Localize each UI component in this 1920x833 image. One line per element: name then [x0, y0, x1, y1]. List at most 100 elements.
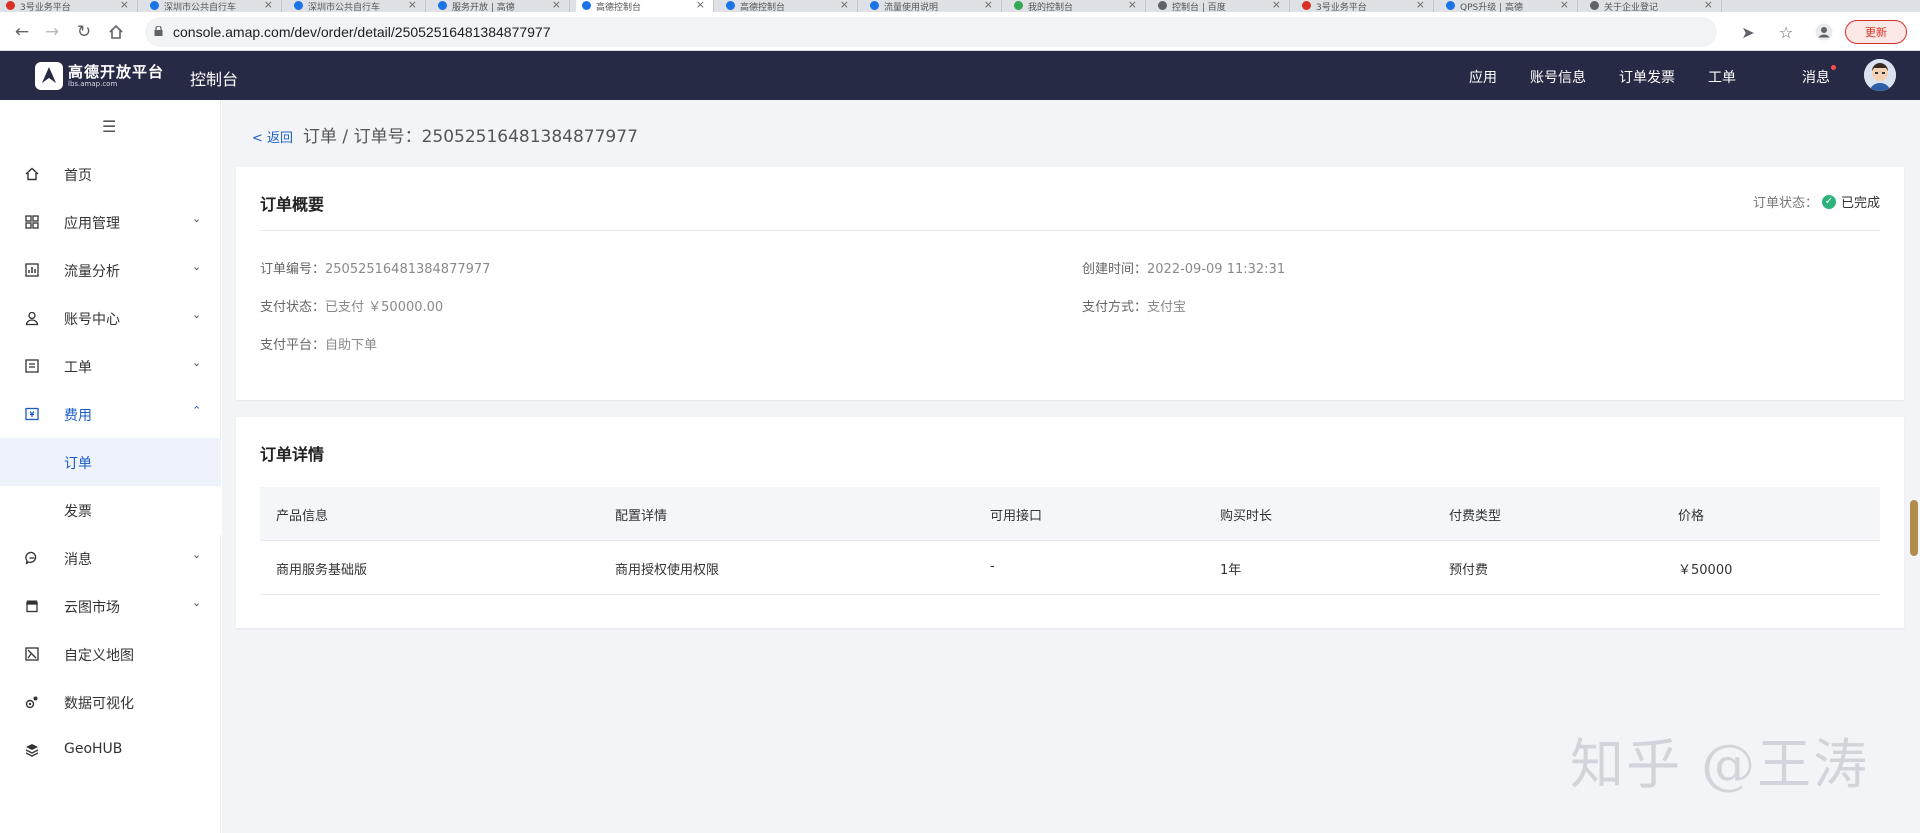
sidebar-item-label: 消息 [64, 552, 92, 568]
sidebar-item-custom-map[interactable]: 自定义地图 [0, 630, 221, 678]
field-value: 25052516481384877977 [325, 262, 491, 277]
update-button[interactable]: 更新 [1845, 20, 1907, 44]
sidebar-item-messages[interactable]: 消息 ⌄ [0, 534, 221, 582]
browser-tab[interactable]: 流量使用说明 × [864, 0, 1002, 12]
forward-arrow-icon[interactable]: → [40, 20, 64, 44]
sidebar-item-label: 账号中心 [64, 312, 120, 328]
tab-favicon-icon [1014, 1, 1023, 10]
browser-tab[interactable]: QPS升级 | 高德 × [1440, 0, 1578, 12]
tab-favicon-icon [150, 1, 159, 10]
browser-tab[interactable]: 关于企业登记 × [1584, 0, 1722, 12]
scrollbar-thumb[interactable] [1910, 500, 1918, 556]
browser-tab[interactable]: 我的控制台 × [1008, 0, 1146, 12]
back-link[interactable]: < 返回 [252, 127, 293, 146]
tab-label: 关于企业登记 [1604, 2, 1659, 13]
field-value: 自助下单 [325, 338, 378, 353]
tab-close-icon[interactable]: × [552, 0, 561, 11]
table-cell: 预付费 [1449, 563, 1489, 578]
chevron-down-icon: ⌄ [192, 308, 202, 321]
field-label: 订单编号： [260, 262, 326, 277]
tab-favicon-icon [1302, 1, 1311, 10]
table-cell: 1年 [1220, 563, 1242, 578]
check-circle-icon: ✓ [1821, 194, 1836, 209]
console-title[interactable]: 控制台 [190, 66, 238, 90]
table-header: 产品信息 配置详情 可用接口 购买时长 付费类型 价格 [260, 487, 1880, 541]
table-cell: - [990, 559, 995, 574]
send-icon[interactable]: ➤ [1736, 20, 1760, 44]
url-text: console.amap.com/dev/order/detail/250525… [173, 24, 551, 40]
tab-favicon-icon [1158, 1, 1167, 10]
sidebar-item-geohub[interactable]: GeoHUB [0, 726, 221, 774]
table-row: 商用服务基础版 商用授权使用权限 - 1年 预付费 ￥50000 [260, 541, 1880, 595]
tab-close-icon[interactable]: × [1560, 0, 1569, 11]
reload-icon[interactable]: ↻ [72, 20, 96, 44]
sidebar-item-tickets[interactable]: 工单 ⌄ [0, 342, 221, 390]
chart-icon [25, 263, 39, 277]
browser-tab[interactable]: 深圳市公共自行车 × [144, 0, 282, 12]
home-browser-icon[interactable] [104, 20, 128, 44]
details-title: 订单详情 [260, 445, 325, 464]
browser-tab[interactable]: 深圳市公共自行车 × [288, 0, 426, 12]
order-status: 订单状态： ✓ 已完成 [1753, 192, 1880, 211]
browser-tab-active[interactable]: 高德控制台 × [576, 0, 714, 12]
tab-close-icon[interactable]: × [1272, 0, 1281, 11]
field-value: 2022-09-09 11:32:31 [1147, 262, 1286, 277]
sidebar-item-app-management[interactable]: 应用管理 ⌄ [0, 198, 221, 246]
sidebar-item-label: 工单 [64, 360, 92, 376]
tab-label: QPS升级 | 高德 [1460, 2, 1523, 13]
avatar[interactable] [1864, 59, 1896, 91]
browser-tab[interactable]: 服务开放 | 高德 × [432, 0, 570, 12]
tab-close-icon[interactable]: × [984, 0, 993, 11]
nav-account-info[interactable]: 账号信息 [1530, 67, 1586, 87]
message-icon [25, 551, 37, 565]
sidebar-item-home[interactable]: 首页 [0, 150, 221, 198]
tab-close-icon[interactable]: × [1704, 0, 1713, 11]
tab-close-icon[interactable]: × [840, 0, 849, 11]
tab-close-icon[interactable]: × [1416, 0, 1425, 11]
sidebar-item-fees[interactable]: 费用 ⌃ [0, 390, 221, 438]
tab-close-icon[interactable]: × [696, 0, 705, 11]
field-value: 支付宝 [1147, 300, 1187, 315]
amap-logo[interactable]: 高德开放平台 lbs.amap.com [34, 61, 164, 91]
logo-subtext: lbs.amap.com [68, 80, 118, 88]
address-bar[interactable]: console.amap.com/dev/order/detail/250525… [145, 17, 1717, 47]
browser-tab[interactable]: 3号业务平台 × [1296, 0, 1434, 12]
lock-icon [154, 26, 163, 36]
browser-tab[interactable]: 控制台 | 百度 × [1152, 0, 1290, 12]
nav-orders-invoices[interactable]: 订单发票 [1619, 67, 1675, 87]
user-icon [25, 311, 39, 326]
order-number-field: 订单编号：25052516481384877977 [260, 258, 490, 277]
sidebar-item-invoices[interactable]: 发票 [0, 486, 221, 534]
sidebar-item-data-visualization[interactable]: 数据可视化 [0, 678, 221, 726]
star-icon[interactable]: ☆ [1774, 20, 1798, 44]
column-header: 配置详情 [615, 509, 668, 524]
field-label: 创建时间： [1082, 262, 1148, 277]
tab-label: 深圳市公共自行车 [164, 2, 237, 13]
sidebar-item-orders[interactable]: 订单 [0, 438, 221, 486]
browser-tab[interactable]: 高德控制台 × [720, 0, 858, 12]
page-title: 订单 / 订单号：25052516481384877977 [303, 127, 638, 147]
status-label: 订单状态： [1752, 196, 1818, 211]
sidebar-item-label: 自定义地图 [64, 648, 134, 664]
tab-close-icon[interactable]: × [264, 0, 273, 11]
browser-tab[interactable]: 3号业务平台 × [0, 0, 138, 12]
tab-favicon-icon [438, 1, 447, 10]
sidebar-item-label: 应用管理 [64, 216, 120, 232]
created-time-field: 创建时间：2022-09-09 11:32:31 [1082, 258, 1285, 277]
nav-messages[interactable]: 消息 [1769, 65, 1836, 87]
sidebar-item-traffic-analysis[interactable]: 流量分析 ⌄ [0, 246, 221, 294]
tab-close-icon[interactable]: × [1128, 0, 1137, 11]
top-nav: 应用 账号信息 订单发票 工单 消息 [1436, 65, 1836, 87]
field-label: 支付状态： [260, 300, 326, 315]
tab-close-icon[interactable]: × [120, 0, 129, 11]
menu-collapse-icon[interactable]: ☰ [102, 117, 116, 136]
tab-close-icon[interactable]: × [408, 0, 417, 11]
sidebar-item-account-center[interactable]: 账号中心 ⌄ [0, 294, 221, 342]
back-arrow-icon[interactable]: ← [10, 20, 34, 44]
profile-icon[interactable] [1812, 20, 1836, 44]
sidebar-item-cloud-market[interactable]: 云图市场 ⌄ [0, 582, 221, 630]
avatar-icon [1864, 59, 1896, 91]
nav-tickets[interactable]: 工单 [1708, 67, 1736, 87]
money-icon [25, 407, 39, 421]
nav-apps[interactable]: 应用 [1469, 67, 1497, 87]
